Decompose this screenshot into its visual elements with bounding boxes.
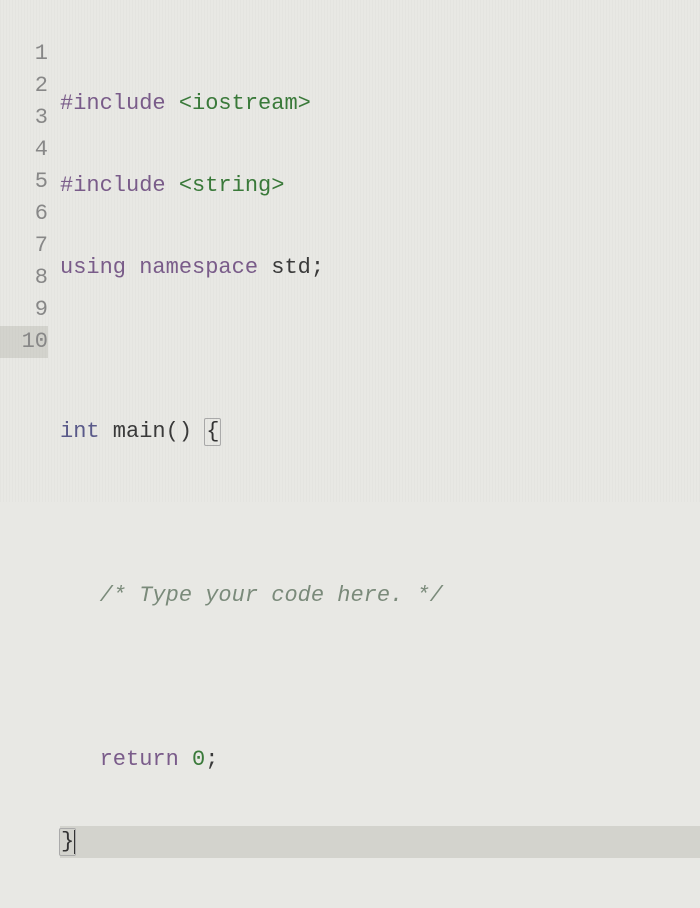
- line-number: 6: [0, 198, 48, 230]
- line-number-gutter: 1 2 3 4 5 6 7 8 9 10: [0, 38, 60, 908]
- token-plain: [60, 583, 100, 608]
- code-line[interactable]: [60, 334, 700, 366]
- line-number: 7: [0, 230, 48, 262]
- token-include: <iostream>: [179, 91, 311, 116]
- token-comment: /* Type your code here. */: [100, 583, 443, 608]
- token-plain: [166, 91, 179, 116]
- token-plain: main(): [100, 419, 206, 444]
- code-line[interactable]: [60, 662, 700, 694]
- token-plain: [166, 173, 179, 198]
- code-line[interactable]: #include <iostream>: [60, 88, 700, 120]
- token-keyword: namespace: [139, 255, 258, 280]
- token-plain: [126, 255, 139, 280]
- token-keyword: using: [60, 255, 126, 280]
- code-content[interactable]: #include <iostream> #include <string> us…: [60, 38, 700, 908]
- token-number: 0: [192, 747, 205, 772]
- code-editor[interactable]: 1 2 3 4 5 6 7 8 9 10 #include <iostream>…: [0, 0, 700, 908]
- token-keyword: return: [100, 747, 179, 772]
- code-line[interactable]: return 0;: [60, 744, 700, 776]
- line-number: 4: [0, 134, 48, 166]
- line-number: 1: [0, 38, 48, 70]
- code-line[interactable]: [60, 498, 700, 530]
- token-plain: ;: [205, 747, 218, 772]
- token-plain: [179, 747, 192, 772]
- line-number: 2: [0, 70, 48, 102]
- token-preproc: #include: [60, 91, 166, 116]
- code-line[interactable]: int main() {: [60, 416, 700, 448]
- text-cursor: [74, 830, 75, 854]
- code-line[interactable]: #include <string>: [60, 170, 700, 202]
- code-line[interactable]: }: [60, 826, 700, 858]
- line-number: 10: [0, 326, 48, 358]
- line-number: 3: [0, 102, 48, 134]
- line-number: 9: [0, 294, 48, 326]
- line-number: 5: [0, 166, 48, 198]
- code-line[interactable]: /* Type your code here. */: [60, 580, 700, 612]
- token-bracket-focus: {: [204, 418, 221, 446]
- token-plain: [60, 747, 100, 772]
- code-line[interactable]: using namespace std;: [60, 252, 700, 284]
- line-number: 8: [0, 262, 48, 294]
- token-type: int: [60, 419, 100, 444]
- token-include: <string>: [179, 173, 285, 198]
- token-plain: std;: [258, 255, 324, 280]
- token-preproc: #include: [60, 173, 166, 198]
